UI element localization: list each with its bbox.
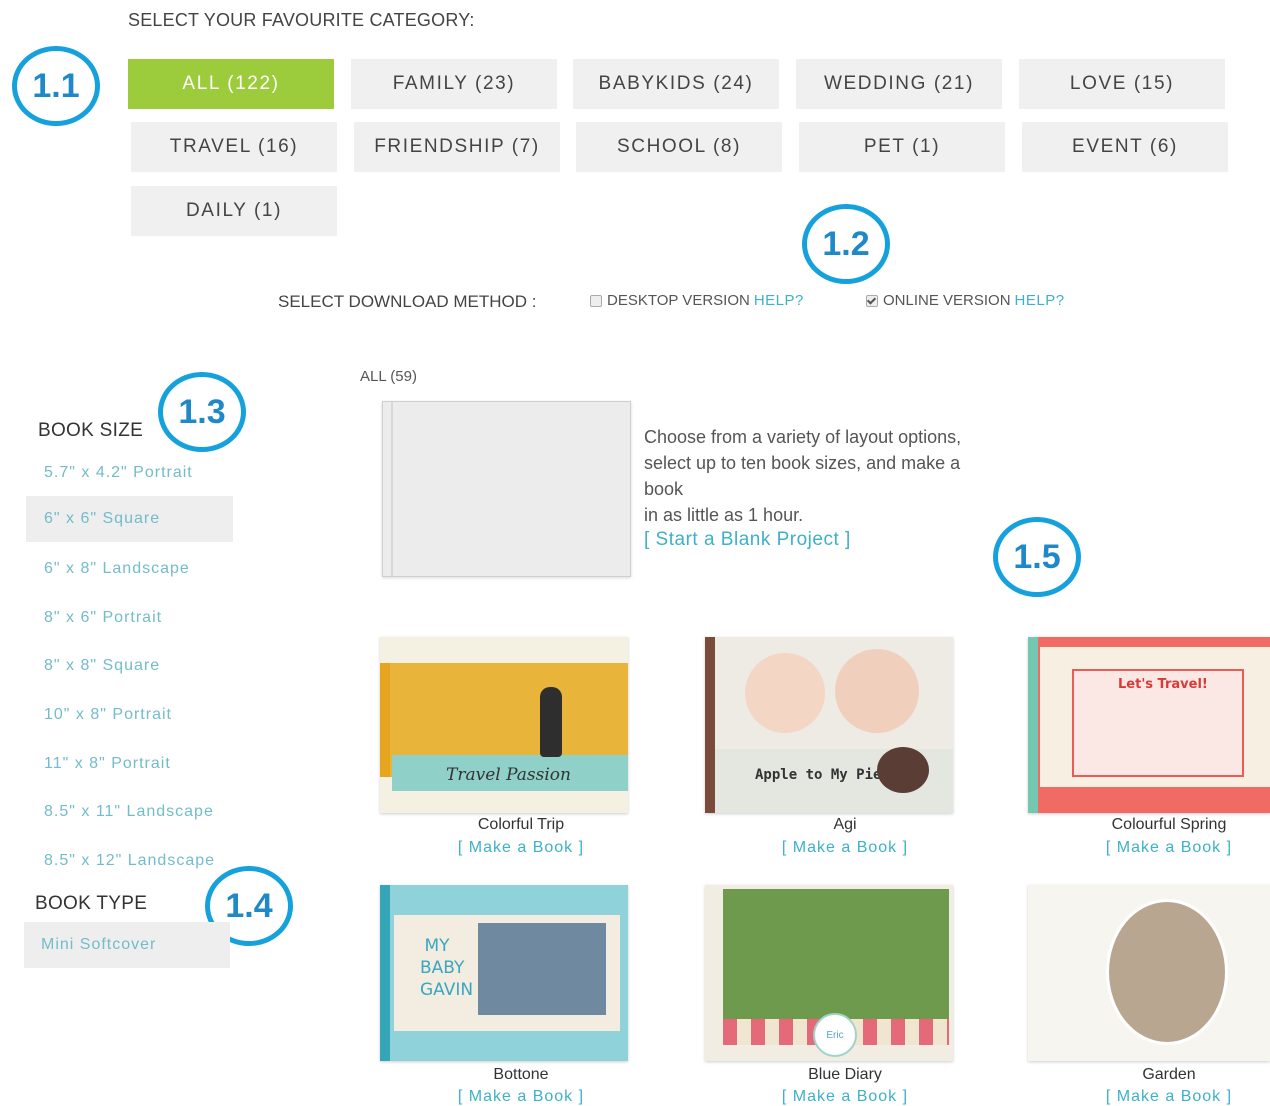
download-method-label: SELECT DOWNLOAD METHOD : [278,292,537,311]
book-cover-garden[interactable] [1028,885,1270,1061]
make-book-link[interactable]: [ Make a Book ] [720,839,970,857]
book-cover-agi[interactable]: Apple to My Pie ! [705,637,953,813]
online-version-label: ONLINE VERSION [883,292,1011,309]
size-option[interactable]: 6" x 8" Landscape [26,546,233,592]
cover-pattern-band [380,637,628,663]
book-name: Agi [833,816,857,833]
cover-spine [380,885,390,1061]
book-cover-blue-diary[interactable]: Eric [705,885,953,1061]
category-babykids[interactable]: BABYKIDS (24) [573,59,779,109]
desc-line: select up to ten book sizes, and make a … [644,453,961,499]
cover-photo [1106,899,1228,1045]
size-option[interactable]: 6" x 6" Square [26,496,233,542]
size-option[interactable]: 5.7" x 4.2" Portrait [26,450,233,496]
badge-1-2: 1.2 [802,204,890,284]
desktop-version-label: DESKTOP VERSION [607,292,750,309]
book-name: Garden [1142,1066,1196,1083]
category-travel[interactable]: TRAVEL (16) [131,122,337,172]
badge-1-5: 1.5 [993,517,1081,597]
blank-project-description: Choose from a variety of layout options,… [644,424,1004,528]
badge-1-1: 1.1 [12,46,100,126]
make-book-link[interactable]: [ Make a Book ] [396,1088,646,1106]
make-book-link[interactable]: [ Make a Book ] [720,1088,970,1106]
desktop-help-link[interactable]: HELP? [754,292,804,309]
book-name: Colourful Spring [1111,816,1227,833]
desc-line: Choose from a variety of layout options, [644,427,962,447]
size-option[interactable]: 10" x 8" Portrait [26,692,233,738]
book-cover-colorful-trip[interactable]: Travel Passion [380,637,628,813]
cover-figure [540,687,562,757]
size-option[interactable]: 8" x 6" Portrait [26,595,233,641]
category-pet[interactable]: PET (1) [799,122,1005,172]
book-name: Blue Diary [808,1066,882,1083]
category-daily[interactable]: DAILY (1) [131,186,337,236]
online-help-link[interactable]: HELP? [1015,292,1065,309]
cover-title: Travel Passion [446,765,571,785]
desktop-version-option[interactable]: DESKTOP VERSION HELP? [590,292,804,309]
size-option[interactable]: 8.5" x 11" Landscape [26,789,233,835]
book-cover-bottone[interactable]: MY BABY GAVIN [380,885,628,1061]
category-title: SELECT YOUR FAVOURITE CATEGORY: [128,10,475,30]
make-book-link[interactable]: [ Make a Book ] [396,839,646,857]
cover-photo [723,889,949,1019]
cover-spine [1028,637,1038,813]
category-love[interactable]: LOVE (15) [1019,59,1225,109]
cover-photo-baby [745,653,825,733]
cover-spine [705,637,715,813]
cover-speech-bubble [877,747,929,793]
book-type-title: BOOK TYPE [35,893,148,914]
category-all[interactable]: ALL (122) [128,59,334,109]
online-version-option[interactable]: ONLINE VERSION HELP? [866,292,1065,309]
blank-project-cover[interactable] [382,401,631,577]
category-family[interactable]: FAMILY (23) [351,59,557,109]
book-name: Bottone [493,1066,549,1083]
cover-photo [478,923,606,1015]
cover-photo-baby [835,649,919,733]
make-book-link[interactable]: [ Make a Book ] [1044,839,1270,857]
online-version-checkbox[interactable] [866,294,878,307]
category-wedding[interactable]: WEDDING (21) [796,59,1002,109]
desc-line: in as little as 1 hour. [644,505,804,525]
category-friendship[interactable]: FRIENDSHIP (7) [354,122,560,172]
badge-1-3: 1.3 [158,372,246,452]
desktop-version-checkbox[interactable] [590,294,602,307]
book-size-title: BOOK SIZE [38,420,144,441]
cover-title: MY BABY GAVIN [420,936,474,1000]
all-count-label: ALL (59) [360,368,417,385]
make-book-link[interactable]: [ Make a Book ] [1044,1088,1270,1106]
category-event[interactable]: EVENT (6) [1022,122,1228,172]
size-option[interactable]: 8" x 8" Square [26,643,233,689]
type-option[interactable]: Mini Softcover [24,922,230,968]
category-school[interactable]: SCHOOL (8) [576,122,782,172]
cover-name-badge: Eric [813,1013,857,1057]
start-blank-project-link[interactable]: [ Start a Blank Project ] [644,529,851,551]
book-cover-colourful-spring[interactable]: Let's Travel! [1028,637,1270,813]
cover-title: Let's Travel! [1118,677,1208,692]
size-option[interactable]: 11" x 8" Portrait [26,741,233,787]
size-option[interactable]: 8.5" x 12" Landscape [26,838,233,884]
book-name: Colorful Trip [477,816,565,833]
